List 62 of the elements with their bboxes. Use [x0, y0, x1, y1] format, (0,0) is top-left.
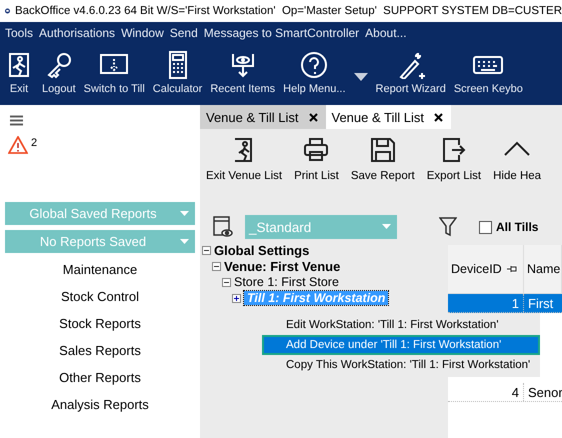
- column-header[interactable]: Name: [524, 245, 562, 293]
- menu-item[interactable]: About...: [365, 26, 407, 40]
- table-cell: 4: [448, 383, 524, 401]
- action-button[interactable]: Print List: [288, 137, 345, 182]
- help-icon: [299, 51, 330, 79]
- sidebar-item[interactable]: Sales Reports: [59, 337, 141, 364]
- column-header[interactable]: DeviceID: [448, 245, 524, 293]
- window-title: BackOffice v4.6.0.23 64 Bit W/S='First Workstation' Op='Master Setup' SUPPORT SYSTEM DB=CUSTER: [14, 5, 562, 17]
- caret-icon[interactable]: [354, 73, 368, 81]
- action-button[interactable]: Hide Hea: [487, 137, 548, 182]
- toolbar-button[interactable]: Report Wizard: [372, 49, 450, 97]
- checkbox-label[interactable]: All Tills: [496, 220, 538, 234]
- menu-item[interactable]: Tools: [5, 26, 34, 40]
- sidebar-item[interactable]: Stock Control: [60, 283, 140, 310]
- caret-icon: [382, 224, 391, 229]
- table-cell-text: Senor: [527, 384, 562, 401]
- expand-icon[interactable]: [232, 294, 241, 302]
- export-icon: [440, 137, 467, 163]
- context-menu-item[interactable]: Add Device under 'Till 1: First Workstation': [262, 335, 540, 355]
- tree-item[interactable]: Global Settings: [214, 242, 310, 258]
- alert-count: 2: [31, 137, 38, 149]
- toolbar-button[interactable]: Calculator: [148, 49, 206, 97]
- sidebar-item[interactable]: Analysis Reports: [51, 391, 149, 418]
- caret-icon: [180, 239, 189, 244]
- checkbox[interactable]: [479, 220, 492, 234]
- toolbar-button[interactable]: Exit: [0, 49, 38, 97]
- warning-icon[interactable]: [8, 136, 28, 154]
- printer-icon: [303, 137, 330, 163]
- toolbar-button[interactable]: Help Menu...: [279, 49, 350, 97]
- tree-item[interactable]: Store 1: First Store: [234, 275, 339, 289]
- filter-icon[interactable]: [439, 217, 457, 237]
- menu-item[interactable]: Authorisations: [39, 26, 116, 40]
- collapse-icon[interactable]: [202, 246, 211, 254]
- action-button[interactable]: Save Report: [344, 137, 421, 182]
- toolbar-button[interactable]: Screen Keybo: [450, 49, 527, 97]
- sidebar-item[interactable]: Other Reports: [59, 364, 141, 391]
- menu-item[interactable]: Send: [170, 26, 198, 40]
- tab[interactable]: Venue & Till List: [200, 105, 326, 129]
- toolbar-button[interactable]: Recent Items: [206, 49, 280, 97]
- pin-icon[interactable]: [506, 265, 517, 273]
- toolbar-button[interactable]: Logout: [38, 49, 80, 97]
- action-button[interactable]: Export List: [420, 137, 488, 182]
- menu-item[interactable]: Messages to SmartController: [204, 26, 360, 40]
- tab[interactable]: Venue & Till List: [326, 105, 451, 129]
- table-cell: 1: [448, 294, 524, 312]
- context-menu-item[interactable]: Copy This WorkStation: 'Till 1: First Workstation': [262, 355, 540, 375]
- collapse-icon[interactable]: [212, 262, 221, 270]
- collapse-icon[interactable]: [222, 278, 231, 286]
- sidebar-item[interactable]: Stock Reports: [59, 310, 141, 337]
- menu-icon[interactable]: [10, 115, 23, 126]
- action-button[interactable]: Exit Venue List: [200, 137, 288, 182]
- toolbar-button[interactable]: Switch to Till: [80, 49, 149, 97]
- sidebar-item[interactable]: Maintenance: [62, 256, 138, 283]
- context-menu-item[interactable]: Edit WorkStation: 'Till 1: First Workstation': [262, 315, 540, 335]
- save-icon: [370, 137, 396, 163]
- close-icon[interactable]: [434, 112, 443, 122]
- close-icon[interactable]: [308, 112, 318, 122]
- caret-icon: [180, 211, 189, 216]
- table-cell-text: First: [527, 294, 554, 312]
- menu-item[interactable]: Window: [121, 26, 164, 40]
- layout-view-icon[interactable]: [212, 216, 234, 238]
- tree-item[interactable]: Venue: First Venue: [224, 258, 340, 274]
